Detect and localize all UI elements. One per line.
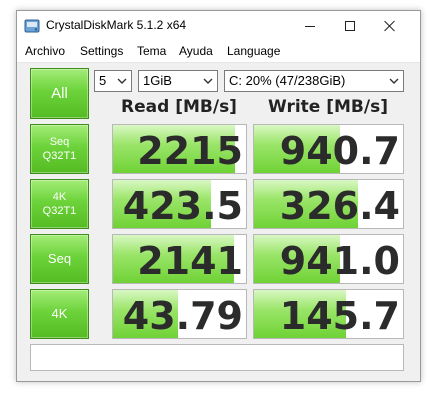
chevron-down-icon xyxy=(389,78,399,84)
result-value: 941.0 xyxy=(279,239,400,283)
close-button[interactable] xyxy=(370,11,410,41)
app-window: CrystalDiskMark 5.1.2 x64 Archivo Settin… xyxy=(16,10,421,382)
result-value: 43.79 xyxy=(122,294,243,338)
result-value: 940.7 xyxy=(279,129,400,173)
maximize-icon xyxy=(345,21,355,31)
menu-tema[interactable]: Tema xyxy=(137,44,166,58)
test-size-value: 1GiB xyxy=(143,73,172,88)
drive-value: C: 20% (47/238GiB) xyxy=(229,73,346,88)
row-label: Seq xyxy=(47,251,72,266)
result-value: 2215 xyxy=(137,129,243,173)
row-label: 4K Q32T1 xyxy=(42,191,77,217)
4k-q32t1-write-result: 326.4 xyxy=(253,179,404,229)
seq-read-result: 2141 xyxy=(112,234,247,284)
seq-q32t1-read-result: 2215 xyxy=(112,124,247,174)
seq-button[interactable]: Seq xyxy=(30,234,89,284)
window-title: CrystalDiskMark 5.1.2 x64 xyxy=(46,18,187,32)
chevron-down-icon xyxy=(203,78,213,84)
read-header: Read [MB/s] xyxy=(121,97,237,117)
test-size-select[interactable]: 1GiB xyxy=(138,70,218,92)
seq-q32t1-write-result: 940.7 xyxy=(253,124,404,174)
minimize-icon xyxy=(305,25,315,27)
4k-read-result: 43.79 xyxy=(112,289,247,339)
result-value: 423.5 xyxy=(122,184,243,228)
4k-write-result: 145.7 xyxy=(253,289,404,339)
seq-q32t1-button[interactable]: Seq Q32T1 xyxy=(30,124,89,174)
minimize-button[interactable] xyxy=(290,11,330,41)
4k-button[interactable]: 4K xyxy=(30,289,89,339)
menu-bar: Archivo Settings Tema Ayuda Language xyxy=(17,41,420,63)
title-bar[interactable]: CrystalDiskMark 5.1.2 x64 xyxy=(17,11,420,41)
test-count-value: 5 xyxy=(99,73,107,88)
write-header: Write [MB/s] xyxy=(268,97,388,117)
maximize-button[interactable] xyxy=(330,11,370,41)
4k-q32t1-read-result: 423.5 xyxy=(112,179,247,229)
4k-q32t1-button[interactable]: 4K Q32T1 xyxy=(30,179,89,229)
menu-settings[interactable]: Settings xyxy=(80,44,123,58)
seq-write-result: 941.0 xyxy=(253,234,404,284)
chevron-down-icon xyxy=(117,78,127,84)
menu-ayuda[interactable]: Ayuda xyxy=(179,44,213,58)
row-label: 4K xyxy=(51,306,68,321)
drive-select[interactable]: C: 20% (47/238GiB) xyxy=(224,70,404,92)
result-value: 145.7 xyxy=(279,294,400,338)
close-icon xyxy=(384,20,396,32)
result-value: 326.4 xyxy=(279,184,400,228)
menu-language[interactable]: Language xyxy=(227,44,280,58)
comment-field[interactable] xyxy=(30,344,404,371)
menu-archivo[interactable]: Archivo xyxy=(25,44,65,58)
row-label: Seq Q32T1 xyxy=(42,136,77,162)
test-count-select[interactable]: 5 xyxy=(94,70,132,92)
all-button[interactable]: All xyxy=(30,68,89,119)
result-value: 2141 xyxy=(137,239,243,283)
app-icon xyxy=(24,19,40,33)
